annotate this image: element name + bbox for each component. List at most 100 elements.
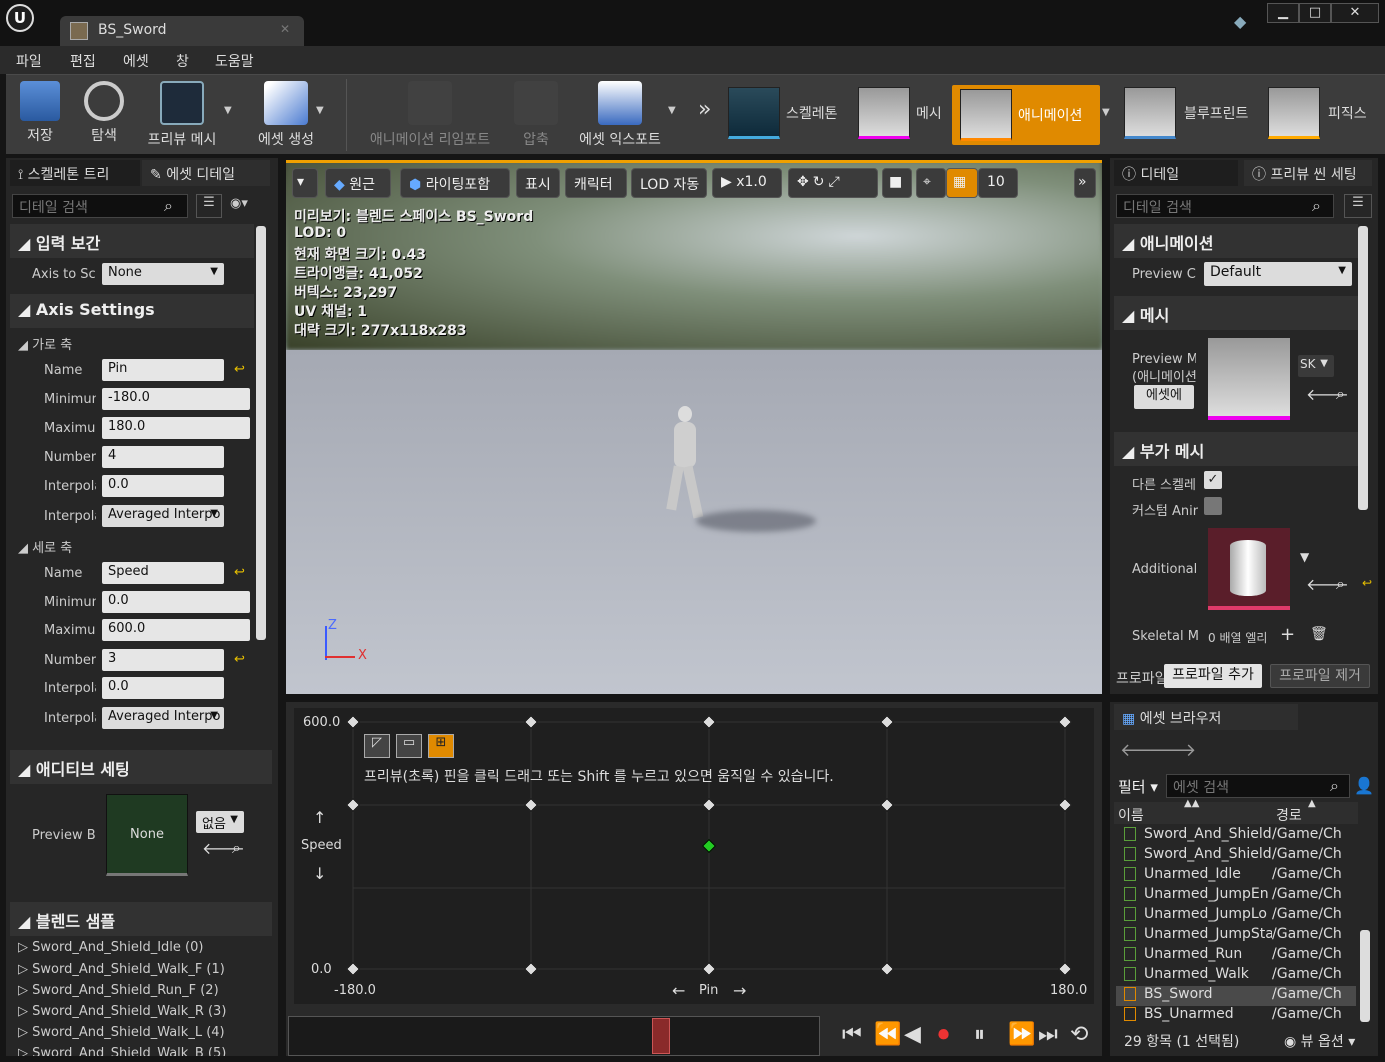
axis-to-scale-combo[interactable]: None	[102, 263, 224, 285]
add-element-icon[interactable]: +	[1280, 624, 1295, 645]
tab-asset-browser[interactable]: ▦ 에셋 브라우저	[1114, 704, 1298, 730]
v-max-field[interactable]: 600.0	[102, 619, 250, 641]
view-options-icon[interactable]: ☰	[196, 194, 222, 218]
trash-icon[interactable]: 🗑	[1310, 626, 1328, 642]
browse-button[interactable]: 탐색	[76, 79, 132, 151]
preview-mesh-combo[interactable]: SK	[1298, 355, 1334, 377]
sample-item[interactable]: ▷ Sword_And_Shield_Walk_B (5)	[18, 1046, 226, 1056]
export-dropdown-icon[interactable]: ▼	[668, 105, 676, 116]
viewport[interactable]	[286, 160, 1102, 694]
viewport-options-button[interactable]: ▾	[292, 168, 318, 198]
playback-speed-button[interactable]: ▶ x1.0	[712, 168, 782, 198]
dropdown-arrow-icon[interactable]: ▼	[1300, 550, 1309, 564]
custom-anim-checkbox[interactable]	[1204, 497, 1222, 515]
character-button[interactable]: 캐릭터	[565, 168, 627, 198]
h-name-field[interactable]: Pin	[102, 359, 224, 381]
v-interp-time-field[interactable]: 0.0	[102, 677, 224, 699]
add-profile-button[interactable]: 프로파일 추가	[1164, 664, 1262, 688]
source-control-icon[interactable]: ◆	[1234, 12, 1254, 32]
asset-scrollbar[interactable]	[1360, 930, 1370, 1022]
sample-item[interactable]: ▷ Sword_And_Shield_Run_F (2)	[18, 983, 219, 998]
create-asset-dropdown-icon[interactable]: ▼	[316, 105, 324, 116]
preview-base-thumbnail[interactable]: None	[106, 794, 188, 876]
v-min-field[interactable]: 0.0	[102, 591, 250, 613]
asset-row[interactable]: BS_Unarmed/Game/Ch	[1116, 1006, 1356, 1026]
play-reverse-icon[interactable]: ◀	[904, 1022, 921, 1047]
section-additional-meshes[interactable]: ◢ 부가 메시	[1114, 432, 1358, 466]
column-path-header[interactable]: 경로	[1276, 805, 1302, 825]
preview-mesh-dropdown-icon[interactable]: ▼	[224, 105, 232, 116]
v-name-field[interactable]: Speed	[102, 562, 224, 584]
perspective-button[interactable]: ◆ 원근	[325, 168, 391, 198]
section-additive-settings[interactable]: ◢ 애디티브 세팅	[10, 750, 272, 784]
tab-details[interactable]: ⓘ 디테일	[1114, 160, 1238, 186]
eye-icon[interactable]: ◉▾	[230, 196, 248, 211]
mode-animation-button[interactable]: 애니메이션	[952, 85, 1100, 145]
step-back-icon[interactable]: ⏪	[874, 1022, 901, 1047]
view-options-button[interactable]: ◉ 뷰 옵션 ▾	[1284, 1031, 1355, 1051]
lod-button[interactable]: LOD 자동	[631, 168, 707, 198]
h-min-field[interactable]: -180.0	[102, 388, 250, 410]
create-asset-button[interactable]: 에셋 생성	[246, 79, 326, 151]
column-name-header[interactable]: 이름	[1118, 805, 1144, 825]
apply-to-asset-button[interactable]: 에셋에	[1134, 385, 1194, 409]
lit-button[interactable]: ⬢ 라이팅포함	[400, 168, 510, 198]
h-max-field[interactable]: 180.0	[102, 417, 250, 439]
asset-row[interactable]: Sword_And_Shield/Game/Ch	[1116, 826, 1356, 846]
save-button[interactable]: 저장	[12, 79, 68, 151]
asset-row[interactable]: Unarmed_Idle/Game/Ch	[1116, 866, 1356, 886]
remove-profile-button[interactable]: 프로파일 제거	[1270, 664, 1370, 688]
triangulation-toggle-icon[interactable]: ◸	[364, 734, 390, 758]
reset-icon[interactable]: ↩	[234, 362, 245, 377]
reset-icon[interactable]: ↩	[234, 565, 245, 580]
transform-tools[interactable]: ✥↻⤢	[788, 168, 878, 198]
tab-asset-details[interactable]: ✎ 에셋 디테일	[142, 160, 270, 186]
reimport-button[interactable]: 애니메이션 리임포트	[362, 79, 498, 151]
record-icon[interactable]: ⏺	[938, 1022, 949, 1047]
viewport-more-icon[interactable]: »	[1074, 168, 1096, 198]
compress-button[interactable]: 압축	[508, 79, 564, 151]
asset-row[interactable]: Unarmed_Run/Game/Ch	[1116, 946, 1356, 966]
step-forward-icon[interactable]: ⏩	[1008, 1022, 1035, 1047]
menu-help[interactable]: 도움말	[215, 51, 254, 71]
camera-icon[interactable]: ■	[882, 168, 912, 198]
menu-asset[interactable]: 에셋	[123, 51, 149, 71]
left-search-input[interactable]: 디테일 검색	[12, 194, 188, 218]
scale-icon[interactable]: ⤢	[828, 174, 843, 190]
h-grid-num-field[interactable]: 4	[102, 446, 224, 468]
h-interp-type-combo[interactable]: Averaged Interpo	[102, 505, 224, 527]
additional-mesh-thumbnail[interactable]	[1208, 528, 1290, 610]
sample-item[interactable]: ▷ Sword_And_Shield_Walk_R (3)	[18, 1004, 226, 1019]
expand-chevron-icon[interactable]: »	[698, 97, 711, 122]
asset-row[interactable]: Unarmed_JumpLo/Game/Ch	[1116, 906, 1356, 926]
document-tab[interactable]: BS_Sword ✕	[60, 16, 304, 46]
section-mesh[interactable]: ◢ 메시	[1114, 296, 1358, 330]
user-icon[interactable]: 👤	[1354, 776, 1374, 795]
minimize-button[interactable]: ▁	[1267, 3, 1299, 23]
horizontal-axis-label[interactable]: ◢ 가로 축	[18, 334, 72, 353]
menu-edit[interactable]: 편집	[70, 51, 96, 71]
left-scrollbar[interactable]	[256, 226, 266, 640]
forward-arrow-icon[interactable]: 🡒	[1148, 740, 1196, 761]
section-axis-settings[interactable]: ◢ Axis Settings	[10, 294, 254, 328]
mode-physics-button[interactable]: 피직스	[1264, 85, 1382, 145]
grid-snap-icon[interactable]: ▦	[946, 168, 978, 198]
export-asset-button[interactable]: 에셋 익스포트	[572, 79, 668, 151]
timeline-scrubber[interactable]	[288, 1016, 820, 1056]
asset-row-selected[interactable]: BS_Sword/Game/Ch	[1116, 986, 1356, 1006]
maximize-button[interactable]: □	[1299, 3, 1331, 23]
close-button[interactable]: ✕	[1331, 3, 1379, 23]
tab-preview-scene[interactable]: ⓘ 프리뷰 씬 세팅	[1244, 160, 1372, 186]
rotate-icon[interactable]: ↻	[813, 174, 829, 190]
preview-base-combo[interactable]: 없음	[196, 811, 244, 833]
mode-mesh-button[interactable]: 메시	[854, 85, 952, 145]
animation-dropdown-icon[interactable]: ▼	[1102, 107, 1110, 118]
vertical-axis-label[interactable]: ◢ 세로 축	[18, 537, 72, 556]
fit-view-icon[interactable]: ⊞	[428, 734, 454, 758]
view-options-icon[interactable]: ☰	[1344, 194, 1372, 218]
asset-row[interactable]: Unarmed_JumpEn/Game/Ch	[1116, 886, 1356, 906]
preview-controller-combo[interactable]: Default	[1204, 262, 1352, 286]
sample-item[interactable]: ▷ Sword_And_Shield_Walk_F (1)	[18, 962, 225, 977]
mode-blueprint-button[interactable]: 블루프린트	[1120, 85, 1260, 145]
translate-icon[interactable]: ✥	[797, 174, 813, 190]
